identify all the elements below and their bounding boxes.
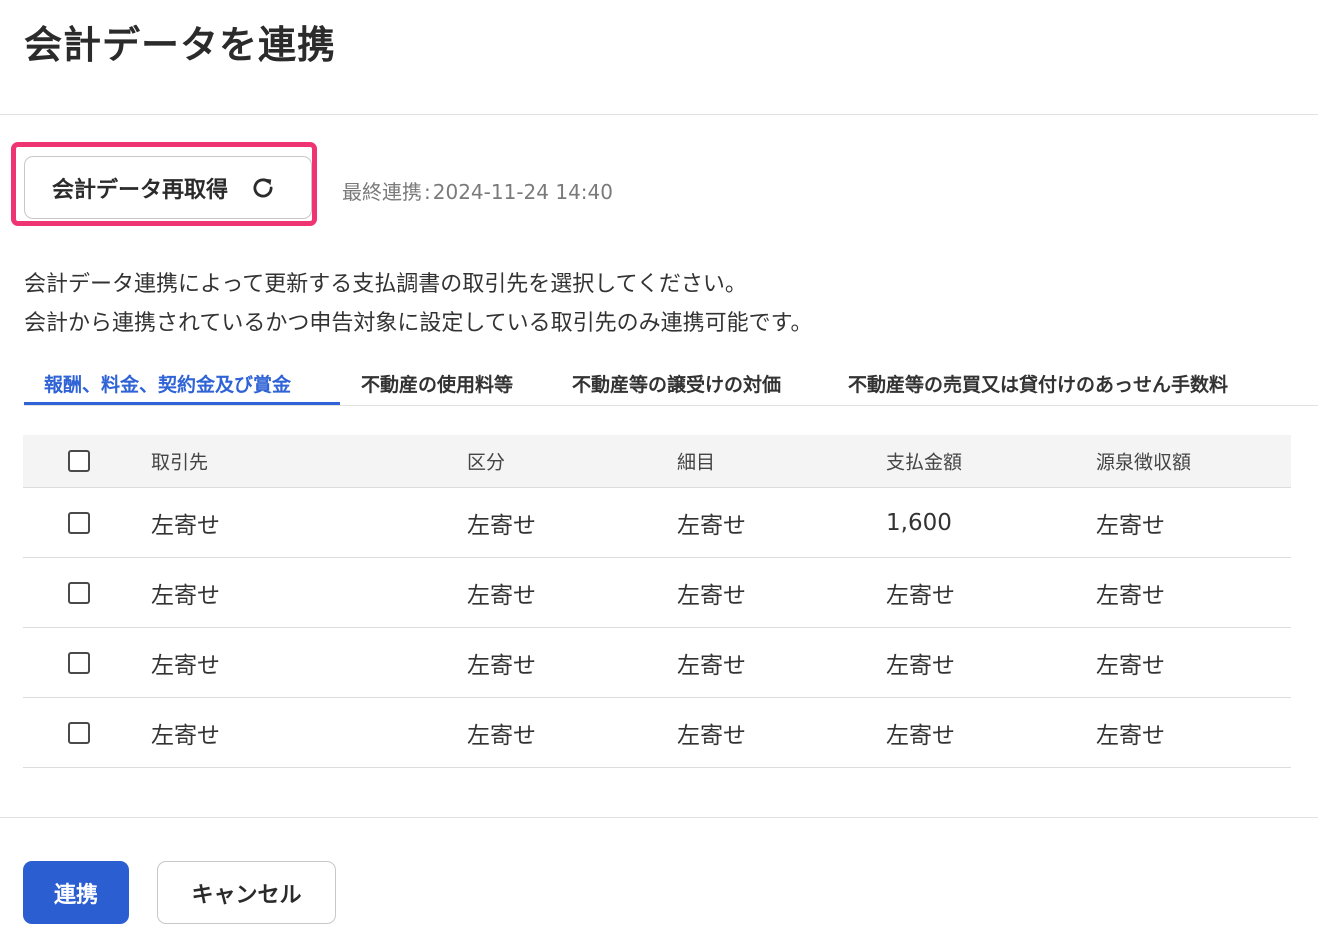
description-line-2: 会計から連携されているかつ申告対象に設定している取引先のみ連携可能です。 <box>24 311 813 336</box>
cell-subcategory: 左寄せ <box>677 652 746 679</box>
header-payment-amount: 支払金額 <box>886 451 963 474</box>
header-partner: 取引先 <box>151 451 209 474</box>
table-row[interactable]: 左寄せ 左寄せ 左寄せ 左寄せ 左寄せ <box>23 558 1291 628</box>
page-title: 会計データを連携 <box>24 23 337 67</box>
tab-real-estate-brokerage-fee[interactable]: 不動産等の売買又は貸付けのあっせん手数料 <box>848 370 1228 397</box>
partner-table: 取引先 区分 細目 支払金額 源泉徴収額 左寄せ 左寄せ 左寄せ 1,600 左… <box>23 435 1291 768</box>
description-line-1: 会計データ連携によって更新する支払調書の取引先を選択してください。 <box>24 272 747 297</box>
table-header-row: 取引先 区分 細目 支払金額 源泉徴収額 <box>23 435 1291 488</box>
cell-subcategory: 左寄せ <box>677 512 746 539</box>
tabs-divider <box>24 405 1318 406</box>
cancel-button[interactable]: キャンセル <box>157 861 336 924</box>
header-divider <box>0 114 1318 115</box>
cell-partner: 左寄せ <box>151 512 220 539</box>
cell-withholding-amount: 左寄せ <box>1096 722 1165 749</box>
refresh-icon <box>250 175 276 201</box>
cell-partner: 左寄せ <box>151 652 220 679</box>
cell-withholding-amount: 左寄せ <box>1096 652 1165 679</box>
cell-withholding-amount: 左寄せ <box>1096 582 1165 609</box>
row-checkbox[interactable] <box>68 581 90 604</box>
cell-subcategory: 左寄せ <box>677 722 746 749</box>
select-all-checkbox[interactable] <box>68 450 90 472</box>
row-checkbox[interactable] <box>68 511 90 534</box>
table-row[interactable]: 左寄せ 左寄せ 左寄せ 左寄せ 左寄せ <box>23 628 1291 698</box>
tab-remuneration[interactable]: 報酬、料金、契約金及び賞金 <box>44 370 291 397</box>
link-button[interactable]: 連携 <box>23 861 129 924</box>
cell-category: 左寄せ <box>467 582 536 609</box>
table-row[interactable]: 左寄せ 左寄せ 左寄せ 1,600 左寄せ <box>23 488 1291 558</box>
cell-partner: 左寄せ <box>151 722 220 749</box>
footer-divider <box>0 817 1318 818</box>
last-sync-info: 最終連携:2024-11-24 14:40 <box>342 176 613 205</box>
cell-payment-amount: 左寄せ <box>886 652 955 679</box>
row-checkbox[interactable] <box>68 651 90 674</box>
cell-withholding-amount: 左寄せ <box>1096 512 1165 539</box>
header-subcategory: 細目 <box>677 451 716 474</box>
cell-partner: 左寄せ <box>151 582 220 609</box>
header-category: 区分 <box>467 451 506 474</box>
refetch-data-button[interactable]: 会計データ再取得 <box>24 156 312 219</box>
last-sync-separator: : <box>424 180 431 204</box>
cell-payment-amount: 左寄せ <box>886 722 955 749</box>
cell-category: 左寄せ <box>467 652 536 679</box>
cell-subcategory: 左寄せ <box>677 582 746 609</box>
last-sync-value: 2024-11-24 14:40 <box>432 180 613 204</box>
tab-real-estate-transfer[interactable]: 不動産等の譲受けの対価 <box>572 370 781 397</box>
header-withholding-amount: 源泉徴収額 <box>1096 451 1192 474</box>
cell-category: 左寄せ <box>467 512 536 539</box>
tab-real-estate-usage-fee[interactable]: 不動産の使用料等 <box>361 370 513 397</box>
row-checkbox[interactable] <box>68 721 90 744</box>
cell-category: 左寄せ <box>467 722 536 749</box>
refetch-data-label: 会計データ再取得 <box>52 177 229 203</box>
cell-payment-amount: 左寄せ <box>886 582 955 609</box>
table-row[interactable]: 左寄せ 左寄せ 左寄せ 左寄せ 左寄せ <box>23 698 1291 768</box>
cell-payment-amount: 1,600 <box>886 509 952 536</box>
last-sync-label: 最終連携 <box>342 180 422 204</box>
